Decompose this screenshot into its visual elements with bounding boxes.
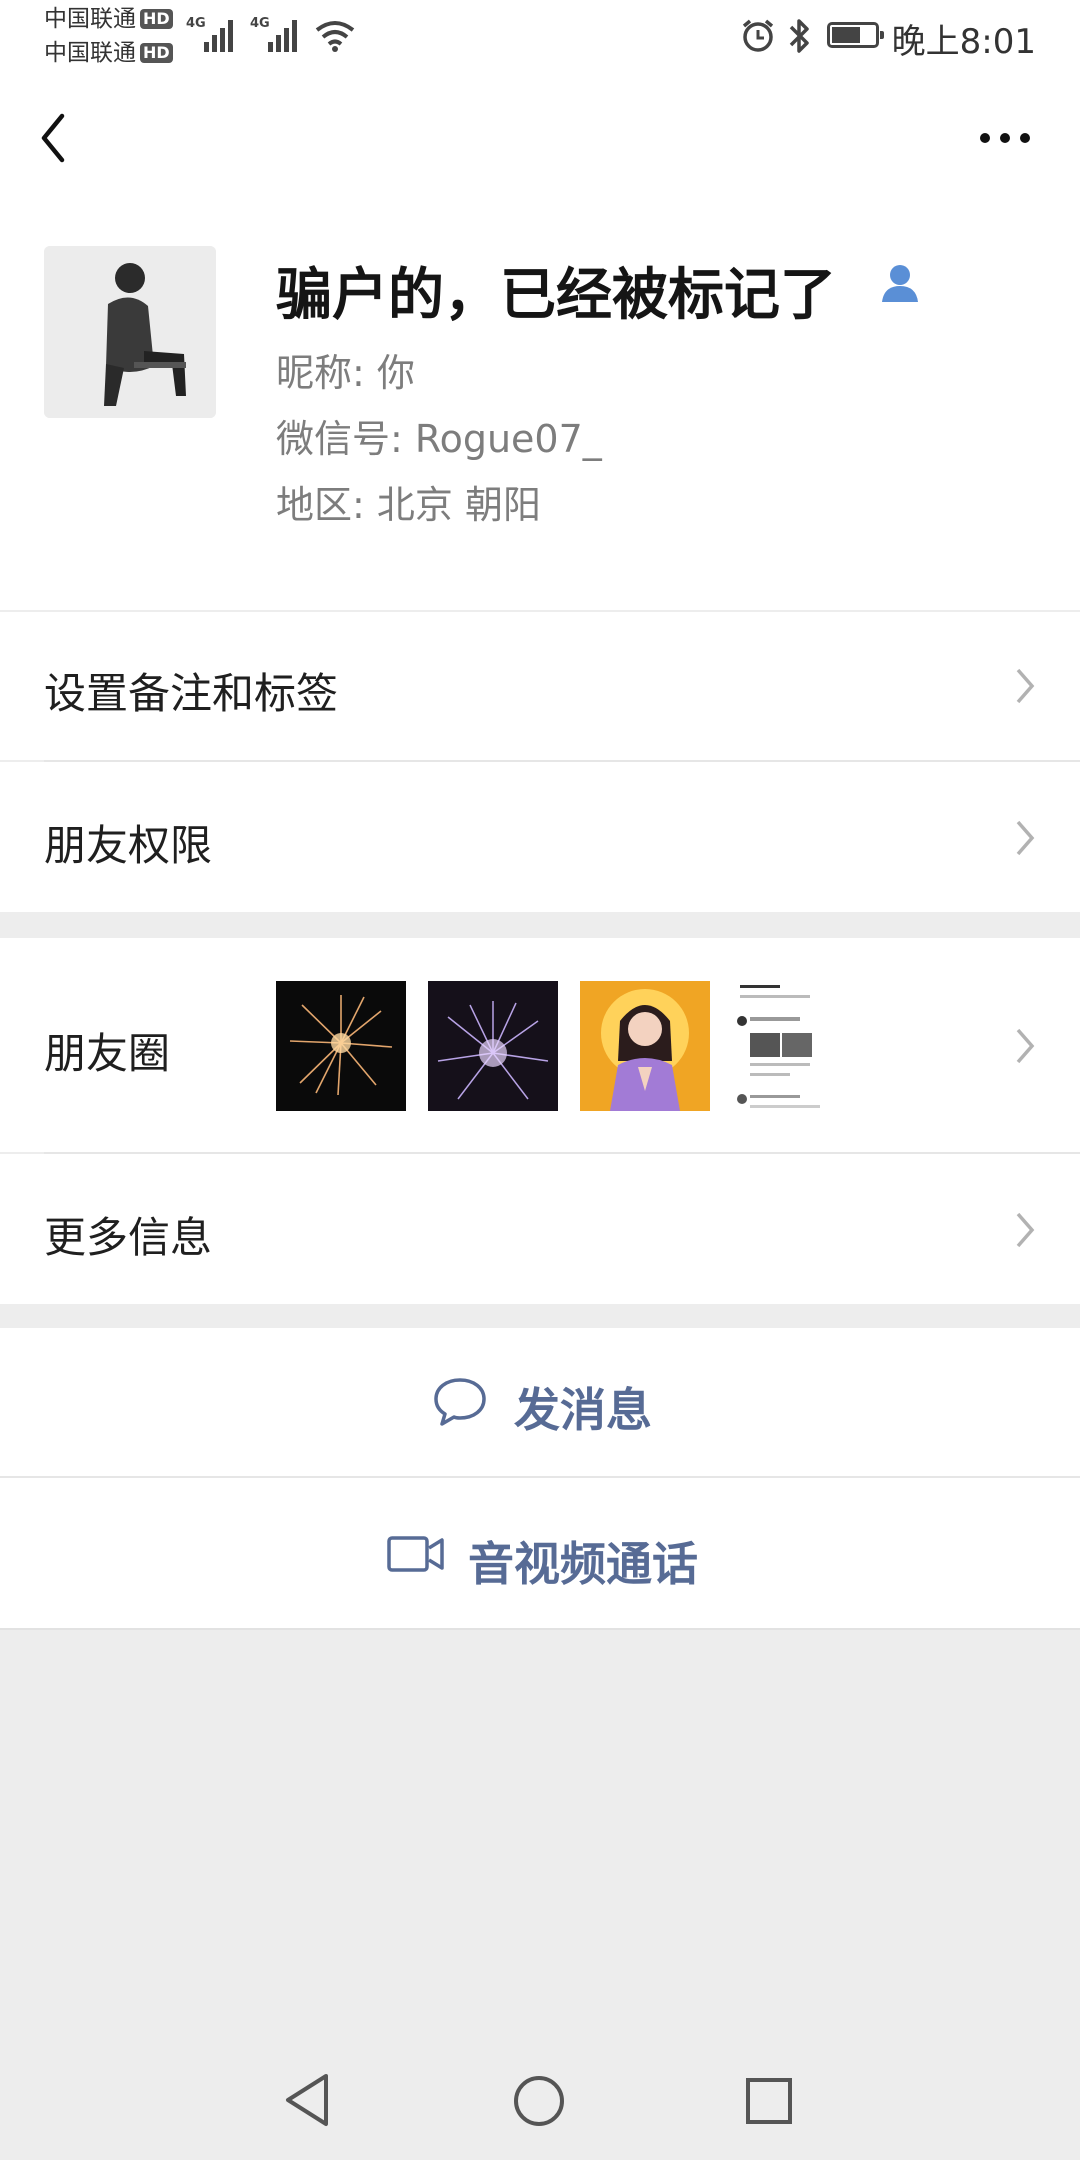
contact-name: 骗户的，已经被标记了 bbox=[276, 250, 836, 331]
top-nav bbox=[0, 72, 1080, 202]
system-nav-bar bbox=[0, 2020, 1080, 2160]
row-remark-label: 设置备注和标签 bbox=[44, 669, 339, 718]
hd-badge-2: HD bbox=[140, 43, 173, 63]
chevron-right-icon bbox=[1016, 668, 1035, 704]
nickname: 昵称: 你 bbox=[276, 351, 415, 395]
chat-bubble-icon bbox=[434, 1378, 486, 1426]
row-moments[interactable]: 朋友圈 bbox=[0, 938, 1080, 1152]
more-icon[interactable] bbox=[978, 128, 1032, 148]
network-type: 4G bbox=[186, 16, 206, 31]
wifi-icon bbox=[315, 21, 355, 52]
row-permissions-label: 朋友权限 bbox=[44, 821, 213, 870]
hd-badge: HD bbox=[140, 9, 173, 29]
battery-icon bbox=[827, 22, 884, 48]
network-type-2: 4G bbox=[250, 16, 270, 31]
signal-icon: 4G bbox=[186, 16, 242, 52]
carrier-2-label: 中国联通 bbox=[44, 40, 136, 66]
send-message-label: 发消息 bbox=[514, 1383, 652, 1437]
video-call-label: 音视频通话 bbox=[468, 1537, 698, 1591]
nav-recents-icon[interactable] bbox=[744, 2076, 794, 2126]
video-call-button[interactable]: 音视频通话 bbox=[0, 1478, 1080, 1628]
avatar[interactable] bbox=[44, 246, 216, 418]
row-more-info[interactable]: 更多信息 bbox=[0, 1154, 1080, 1304]
nav-home-icon[interactable] bbox=[512, 2074, 566, 2128]
moments-thumb bbox=[276, 981, 406, 1111]
bluetooth-icon bbox=[789, 19, 809, 53]
carrier-1: 中国联通 HD bbox=[44, 6, 173, 32]
clock: 晚上8:01 bbox=[891, 22, 1036, 62]
alarm-icon bbox=[742, 19, 774, 52]
wechat-id: 微信号: Rogue07_ bbox=[276, 417, 602, 461]
moments-thumb bbox=[428, 981, 558, 1111]
moments-thumb bbox=[732, 981, 862, 1111]
divider bbox=[0, 1628, 1080, 1630]
row-remark-tags[interactable]: 设置备注和标签 bbox=[0, 612, 1080, 760]
moments-thumb bbox=[580, 981, 710, 1111]
row-moments-label: 朋友圈 bbox=[44, 1029, 171, 1078]
chevron-right-icon bbox=[1016, 1212, 1035, 1248]
status-bar: 中国联通 HD 中国联通 HD 4G 4G 晚上8:01 bbox=[0, 0, 1080, 72]
contact-icon bbox=[882, 265, 918, 302]
region: 地区: 北京 朝阳 bbox=[276, 483, 541, 527]
contact-name-text: 骗户的，已经被标记了 bbox=[276, 263, 836, 328]
video-camera-icon bbox=[387, 1536, 444, 1572]
signal-icon-2: 4G bbox=[250, 16, 306, 52]
row-more-info-label: 更多信息 bbox=[44, 1213, 213, 1262]
back-icon[interactable] bbox=[38, 112, 68, 164]
carrier-1-label: 中国联通 bbox=[44, 6, 136, 32]
row-friend-permissions[interactable]: 朋友权限 bbox=[0, 762, 1080, 912]
send-message-button[interactable]: 发消息 bbox=[0, 1328, 1080, 1476]
chevron-right-icon bbox=[1016, 1028, 1035, 1064]
chevron-right-icon bbox=[1016, 820, 1035, 856]
nav-back-icon[interactable] bbox=[282, 2072, 332, 2128]
profile-card: 骗户的，已经被标记了 昵称: 你 微信号: Rogue07_ 地区: 北京 朝阳 bbox=[0, 202, 1080, 610]
carrier-2: 中国联通 HD bbox=[44, 40, 173, 66]
